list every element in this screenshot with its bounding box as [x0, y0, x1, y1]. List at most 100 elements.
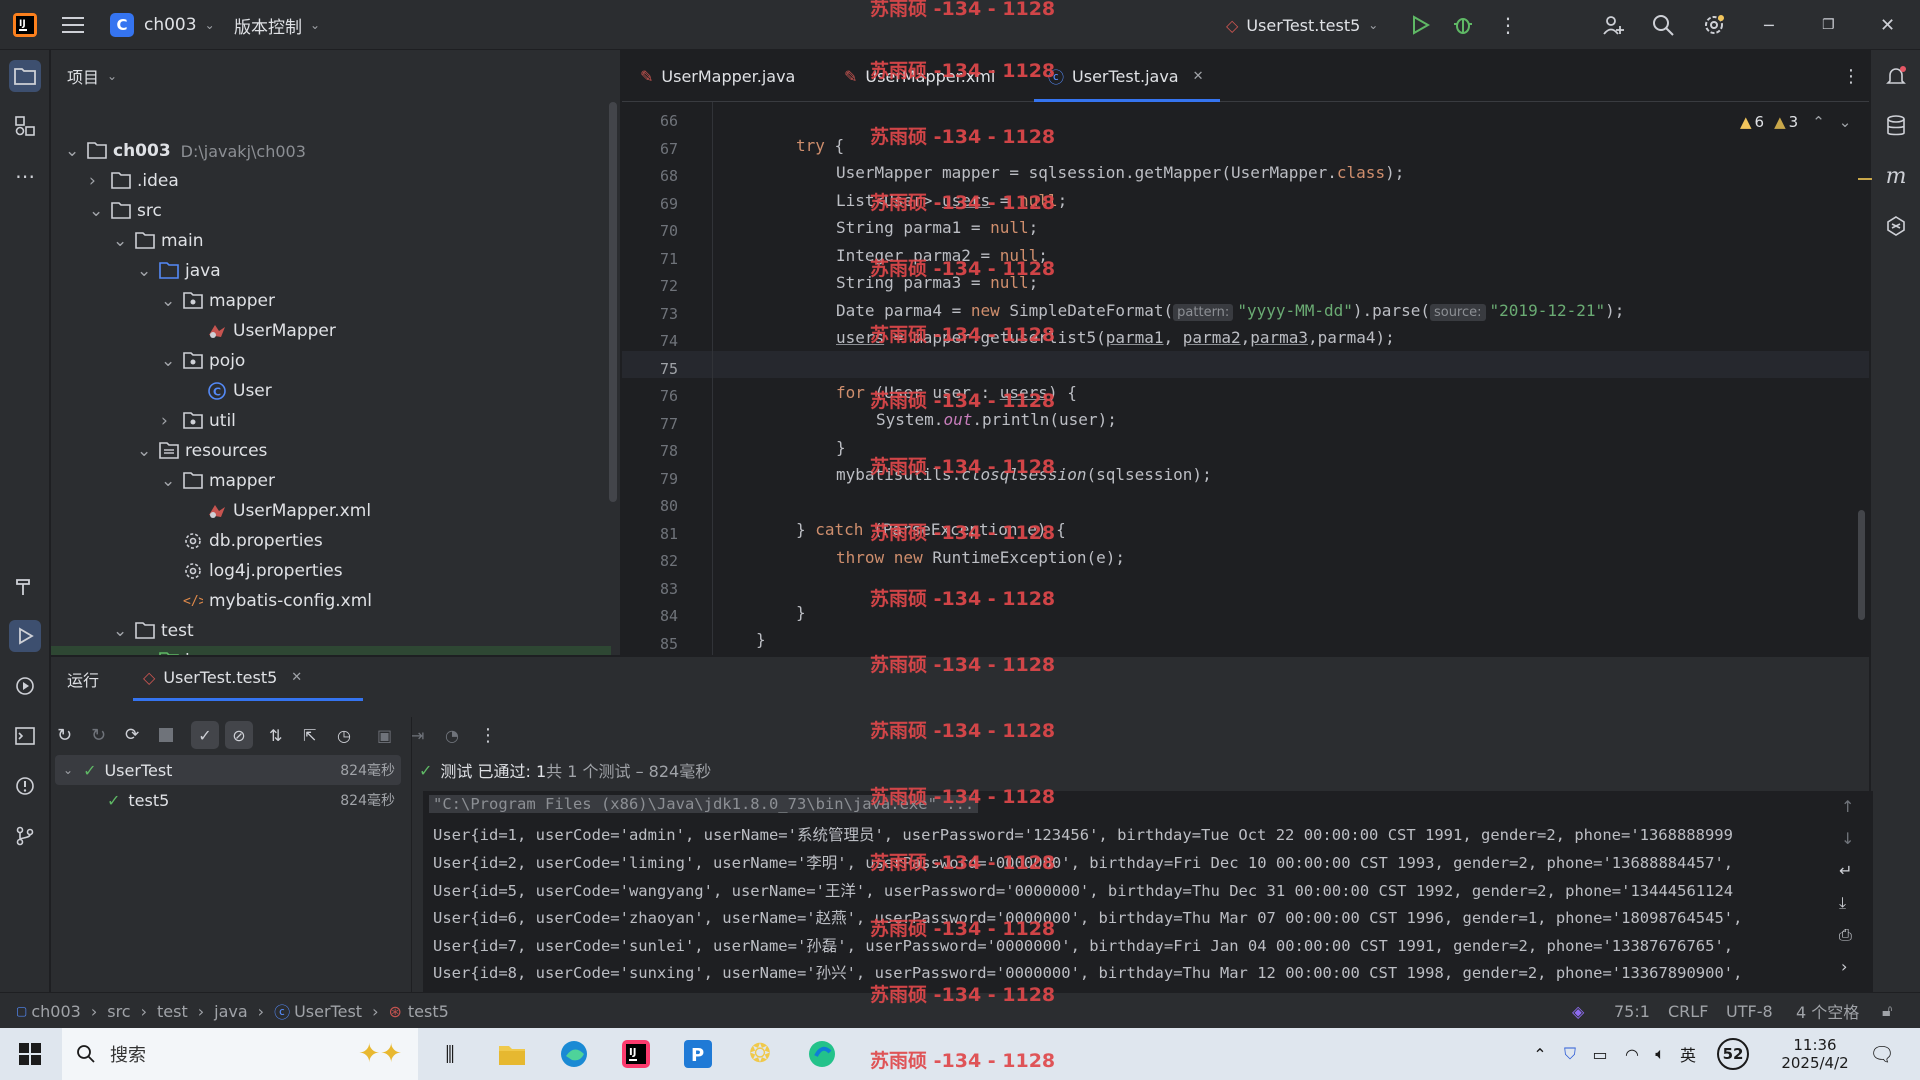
tree-item[interactable]: ⌄ ch003 D:\javakj\ch003: [51, 136, 611, 166]
intellij-logo-icon[interactable]: IJ: [12, 0, 38, 50]
breadcrumb-item[interactable]: test: [157, 1002, 188, 1021]
print-icon[interactable]: ⎙: [1839, 925, 1852, 945]
chevron-down-icon[interactable]: ⌄: [137, 261, 151, 281]
chevron-down-icon[interactable]: ⌄: [65, 141, 79, 161]
project-switcher[interactable]: C ch003 ⌄: [110, 0, 215, 50]
terminal-icon[interactable]: [9, 720, 41, 752]
chevron-down-icon[interactable]: ⌄: [161, 291, 175, 311]
close-tab-icon[interactable]: ✕: [291, 670, 302, 685]
more-actions-icon[interactable]: ⋮: [479, 725, 497, 746]
tree-item[interactable]: ⌄ main: [51, 226, 611, 256]
tree-item[interactable]: › util: [51, 406, 611, 436]
tree-item[interactable]: log4j.properties: [51, 556, 611, 586]
chevron-down-icon[interactable]: ⌄: [161, 471, 175, 491]
run-tool-icon[interactable]: [9, 620, 41, 652]
main-menu-icon[interactable]: [62, 0, 84, 50]
toggle-autotest-icon[interactable]: ⟳: [125, 725, 139, 745]
notifications-bell-icon[interactable]: [1880, 60, 1912, 92]
tree-item[interactable]: </> mybatis-config.xml: [51, 586, 611, 616]
tree-item[interactable]: ⌄ java: [51, 256, 611, 286]
volume-icon[interactable]: 🔈︎: [1648, 1028, 1672, 1080]
database-icon[interactable]: [1880, 110, 1912, 142]
restore-icon[interactable]: ❐: [1822, 0, 1835, 50]
minimize-icon[interactable]: ─: [1764, 0, 1774, 50]
tree-item[interactable]: ⌄ test: [51, 616, 611, 646]
run-button[interactable]: [1410, 0, 1430, 50]
chevron-down-icon[interactable]: ⌄: [137, 441, 151, 461]
editor-scrollbar[interactable]: [1858, 510, 1865, 620]
project-panel-header[interactable]: 项目 ⌄: [67, 50, 117, 102]
structure-icon[interactable]: [9, 110, 41, 142]
security-shield-icon[interactable]: ⛉: [1558, 1028, 1582, 1080]
maven-icon[interactable]: m: [1880, 160, 1912, 192]
chevron-right-icon[interactable]: ›: [1841, 957, 1847, 976]
line-separator[interactable]: CRLF: [1668, 993, 1708, 1029]
export-icon[interactable]: ⇥: [411, 726, 424, 745]
arrow-down-icon[interactable]: ↓: [1841, 829, 1854, 848]
chevron-up-icon[interactable]: ⌃: [1812, 113, 1825, 131]
task-view-icon[interactable]: ⫼: [432, 1028, 468, 1080]
breadcrumb-item[interactable]: src: [107, 1002, 130, 1021]
test-row-usertest[interactable]: ⌄ ✓ UserTest 824毫秒: [55, 755, 401, 785]
battery-icon[interactable]: ▭: [1588, 1028, 1612, 1080]
app-shell-icon[interactable]: ❂: [742, 1028, 778, 1080]
close-icon[interactable]: ✕: [1880, 0, 1895, 50]
taskbar-search-box[interactable]: 搜索 ✦✦: [62, 1028, 418, 1080]
indent-setting[interactable]: 4 个空格: [1796, 993, 1859, 1029]
history-icon[interactable]: ◷: [337, 726, 351, 745]
tree-item[interactable]: ⌄ src: [51, 196, 611, 226]
project-scrollbar[interactable]: [609, 102, 617, 502]
rerun-icon[interactable]: ↻: [57, 725, 72, 746]
tree-item[interactable]: db.properties: [51, 526, 611, 556]
breadcrumb-item[interactable]: ch003: [31, 1002, 80, 1021]
file-encoding[interactable]: UTF-8: [1726, 993, 1773, 1029]
run-config-selector[interactable]: ◇ UserTest.test5 ⌄: [1226, 0, 1378, 50]
add-user-icon[interactable]: [1602, 0, 1624, 50]
windows-start-icon[interactable]: [12, 1028, 48, 1080]
chevron-down-icon[interactable]: ⌄: [137, 651, 151, 655]
clock[interactable]: 11:36 2025/4/2: [1760, 1028, 1870, 1080]
chevron-down-icon[interactable]: ⌄: [113, 231, 127, 251]
chevron-up-icon[interactable]: ⌃: [1530, 1028, 1550, 1080]
chevron-down-icon[interactable]: ⌄: [89, 201, 103, 221]
run-config-tab[interactable]: ◇ UserTest.test5 ✕: [133, 657, 363, 701]
ai-assistant-icon[interactable]: [1880, 210, 1912, 242]
show-passed-icon[interactable]: ✓: [191, 721, 219, 749]
more-tools-icon[interactable]: ⋯: [9, 160, 41, 192]
breadcrumb-item[interactable]: UserTest: [294, 1002, 362, 1021]
rerun-failed-icon[interactable]: ↻: [91, 725, 106, 746]
breadcrumb-item[interactable]: java: [214, 1002, 248, 1021]
tree-item[interactable]: UserMapper.xml: [51, 496, 611, 526]
tree-item[interactable]: ⌄ resources: [51, 436, 611, 466]
collapse-icon[interactable]: ⇱: [303, 726, 316, 745]
tree-item[interactable]: › .idea: [51, 166, 611, 196]
search-icon[interactable]: [1652, 0, 1674, 50]
tree-item[interactable]: ⌄ pojo: [51, 346, 611, 376]
chevron-down-icon[interactable]: ⌄: [113, 621, 127, 641]
chevron-down-icon[interactable]: ⌄: [161, 351, 175, 371]
breadcrumb-item[interactable]: test5: [408, 1002, 449, 1021]
scroll-to-end-icon[interactable]: ⤓: [1839, 893, 1846, 913]
arrow-up-icon[interactable]: ↑: [1841, 797, 1854, 816]
project-folder-icon[interactable]: [9, 60, 41, 92]
close-tab-icon[interactable]: ✕: [1193, 69, 1204, 84]
chevron-down-icon[interactable]: ⌄: [1839, 113, 1852, 131]
split-divider[interactable]: [411, 717, 412, 993]
inspection-widget[interactable]: ▲ 6 ▲ 3 ⌃ ⌄: [1740, 110, 1851, 134]
lock-icon[interactable]: 🔓︎: [1882, 993, 1892, 1029]
chevron-right-icon[interactable]: ›: [161, 411, 175, 431]
soft-wrap-icon[interactable]: ↵: [1839, 861, 1852, 880]
app-green-swirl-icon[interactable]: [804, 1028, 840, 1080]
intellij-taskbar-icon[interactable]: IJ: [618, 1028, 654, 1080]
pycharm-taskbar-icon[interactable]: P: [680, 1028, 716, 1080]
tab-usermapper-java[interactable]: ✎ UserMapper.java: [640, 50, 795, 102]
action-center-icon[interactable]: 🗨︎: [1864, 1028, 1900, 1080]
file-explorer-icon[interactable]: [494, 1028, 530, 1080]
wifi-icon[interactable]: ◠: [1620, 1028, 1644, 1080]
cursor-position[interactable]: 75:1: [1614, 993, 1650, 1029]
tab-usertest-java[interactable]: ⓒ UserTest.java ✕: [1034, 50, 1220, 102]
tree-item[interactable]: ⌄ mapper: [51, 286, 611, 316]
vcs-menu[interactable]: 版本控制 ⌄: [234, 0, 320, 50]
tree-item[interactable]: UserMapper: [51, 316, 611, 346]
tree-item[interactable]: ⌄ mapper: [51, 466, 611, 496]
